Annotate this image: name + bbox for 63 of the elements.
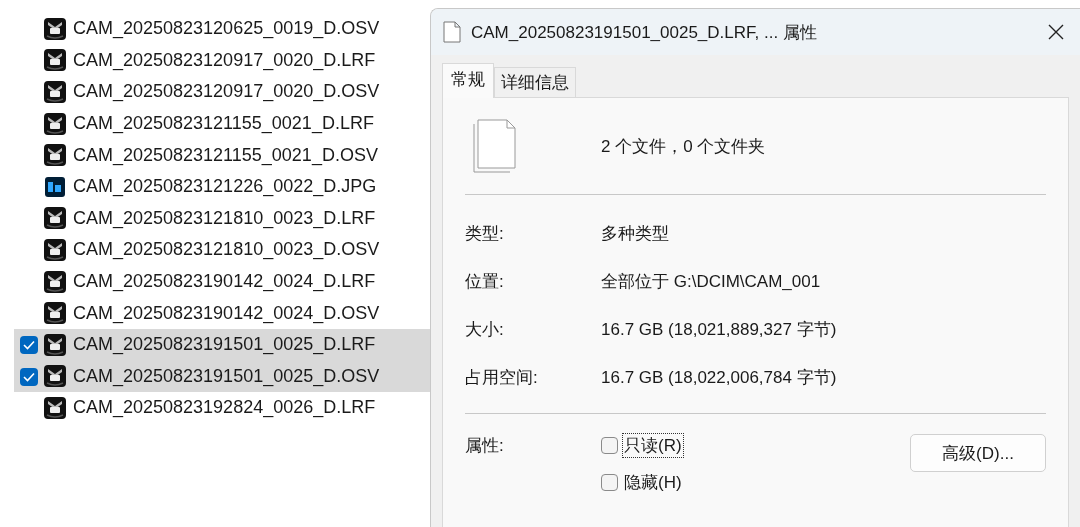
app-icon [44, 396, 66, 419]
app-icon [44, 333, 66, 356]
app-icon [44, 49, 66, 72]
file-name: CAM_20250823121155_0021_D.OSV [73, 144, 378, 166]
tab[interactable]: 详细信息 [494, 67, 576, 97]
property-value: 多种类型 [601, 222, 669, 245]
summary-text: 2 个文件，0 个文件夹 [601, 135, 766, 158]
file-name: CAM_20250823121155_0021_D.LRF [73, 113, 374, 135]
file-row[interactable]: CAM_20250823192824_0026_D.LRF [14, 392, 430, 424]
app-icon [44, 17, 66, 40]
checkbox-label[interactable]: 隐藏(H) [623, 471, 683, 494]
file-name: CAM_20250823121810_0023_D.LRF [73, 207, 376, 229]
file-row[interactable]: CAM_20250823121810_0023_D.LRF [14, 202, 430, 235]
advanced-button[interactable]: 高级(D)... [910, 434, 1046, 472]
app-icon [44, 207, 66, 230]
file-row[interactable]: CAM_20250823120917_0020_D.LRF [14, 44, 430, 77]
document-icon [443, 21, 461, 43]
property-value: 16.7 GB (18,022,006,784 字节) [601, 366, 837, 389]
image-file-icon [44, 175, 66, 198]
file-name: CAM_20250823192824_0026_D.LRF [73, 397, 376, 419]
property-label: 大小: [465, 318, 505, 341]
file-name: CAM_20250823121810_0023_D.OSV [73, 239, 380, 261]
file-name: CAM_20250823190142_0024_D.OSV [73, 302, 380, 324]
file-name: CAM_20250823191501_0025_D.OSV [73, 365, 380, 387]
file-row[interactable]: CAM_20250823190142_0024_D.OSV [14, 297, 430, 329]
property-label: 占用空间: [465, 366, 539, 389]
checkbox[interactable] [20, 335, 38, 354]
tab[interactable]: 常规 [442, 63, 494, 98]
files-icon [473, 119, 517, 173]
checkmark-icon [23, 371, 35, 382]
checkbox[interactable] [601, 474, 618, 491]
checkmark-icon [23, 339, 35, 350]
file-name: CAM_20250823120625_0019_D.OSV [73, 18, 380, 40]
app-icon [44, 365, 66, 388]
checkbox-label[interactable]: 只读(R) [623, 434, 683, 457]
app-icon [44, 238, 66, 261]
file-row[interactable]: CAM_20250823191501_0025_D.OSV [14, 360, 430, 393]
file-row[interactable]: CAM_20250823120917_0020_D.OSV [14, 76, 430, 108]
file-row[interactable]: CAM_20250823120625_0019_D.OSV [14, 13, 430, 45]
app-icon [44, 112, 66, 135]
file-row[interactable]: CAM_20250823121226_0022_D.JPG [14, 170, 430, 203]
property-value: 16.7 GB (18,021,889,327 字节) [601, 318, 837, 341]
file-name: CAM_20250823121226_0022_D.JPG [73, 176, 377, 198]
file-name: CAM_20250823191501_0025_D.LRF [73, 334, 376, 356]
app-icon [44, 144, 66, 167]
file-row[interactable]: CAM_20250823121155_0021_D.OSV [14, 139, 430, 171]
file-row[interactable]: CAM_20250823121155_0021_D.LRF [14, 107, 430, 140]
property-label: 位置: [465, 270, 505, 293]
file-name: CAM_20250823120917_0020_D.LRF [73, 49, 376, 71]
property-label: 类型: [465, 222, 505, 245]
checkbox[interactable] [20, 367, 38, 386]
app-icon [44, 81, 66, 103]
window-title: CAM_20250823191501_0025_D.LRF, ... 属性 [471, 21, 818, 44]
app-icon [44, 302, 66, 325]
checkbox[interactable] [601, 437, 618, 454]
app-icon [44, 270, 66, 293]
property-value: 全部位于 G:\DCIM\CAM_001 [601, 270, 821, 293]
attributes-label: 属性: [465, 435, 505, 457]
file-name: CAM_20250823120917_0020_D.OSV [73, 81, 380, 103]
file-row[interactable]: CAM_20250823191501_0025_D.LRF [14, 328, 430, 361]
file-name: CAM_20250823190142_0024_D.LRF [73, 271, 376, 293]
file-row[interactable]: CAM_20250823121810_0023_D.OSV [14, 234, 430, 266]
file-row[interactable]: CAM_20250823190142_0024_D.LRF [14, 265, 430, 298]
